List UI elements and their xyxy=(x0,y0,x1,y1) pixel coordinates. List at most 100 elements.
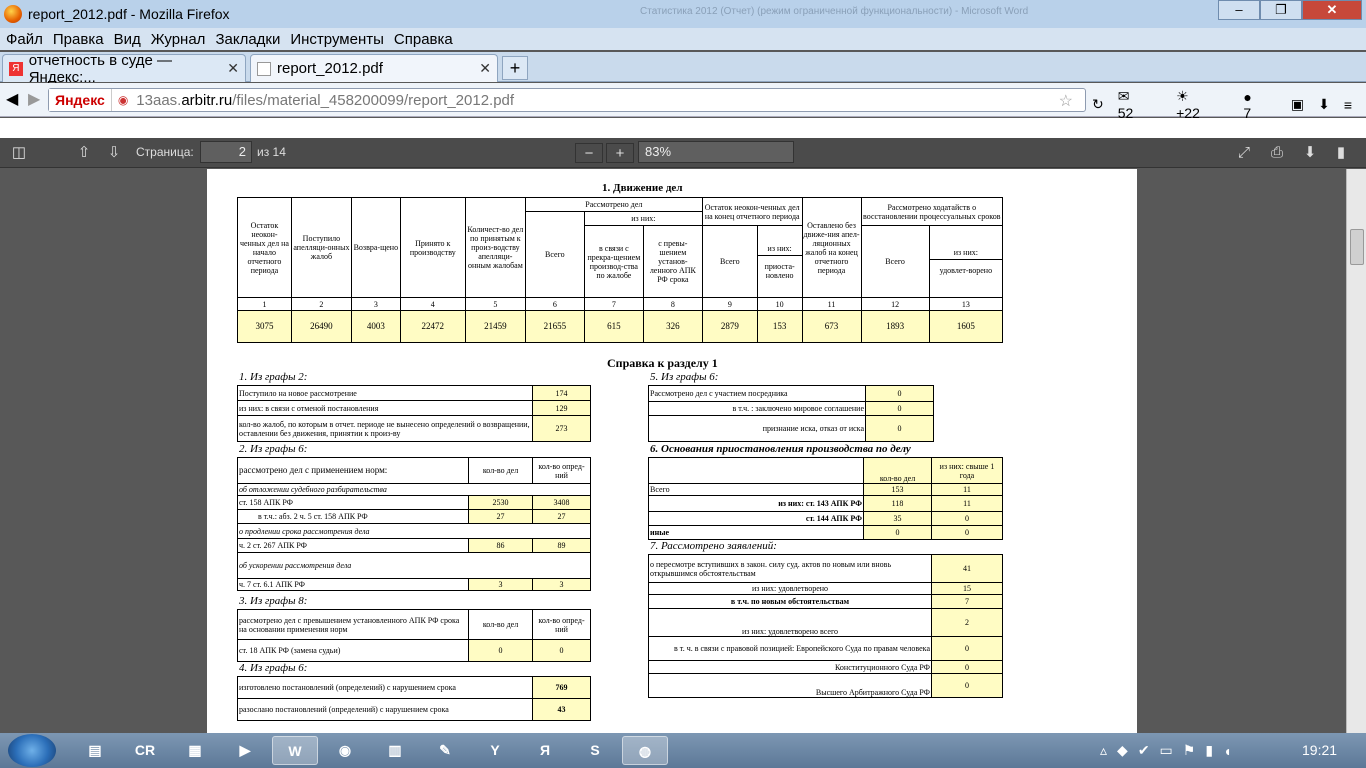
tray-icon[interactable]: ▭ xyxy=(1160,742,1173,759)
th: Всего xyxy=(860,225,930,298)
graph8-table: рассмотрено дел с превышением установлен… xyxy=(237,609,591,662)
tool-icon[interactable]: ✎ xyxy=(422,736,468,765)
mail-icon[interactable]: ✉ 52 xyxy=(1118,88,1162,121)
cell: 7 xyxy=(931,594,1003,609)
new-tab-button[interactable]: + xyxy=(502,56,528,80)
bookmarks-bar xyxy=(0,118,1366,138)
weather-icon[interactable]: ☀ +22 xyxy=(1176,88,1229,121)
notifications-icon[interactable]: ● 7 xyxy=(1243,89,1277,121)
cell: 86 xyxy=(468,538,533,553)
start-button[interactable] xyxy=(8,734,56,767)
prev-page-icon[interactable]: ⇧ xyxy=(76,143,92,163)
cell: иные xyxy=(648,525,864,540)
close-tab-icon[interactable]: ✕ xyxy=(227,60,239,77)
statements-table: о пересмотре вступивших в закон. силу су… xyxy=(648,554,1003,698)
menu-icon[interactable]: ≡ xyxy=(1344,97,1352,113)
yandex-button[interactable]: Яндекс xyxy=(49,89,112,111)
cell: 0 xyxy=(931,660,1003,674)
cell: об ускорении рассмотрения дела xyxy=(237,552,591,579)
graph8-title: 3. Из графы 8: xyxy=(239,595,308,607)
tray-icon[interactable]: ◆ xyxy=(1117,742,1128,759)
tray-icon[interactable]: ✔ xyxy=(1138,742,1150,759)
flag-icon[interactable]: ⚑ xyxy=(1183,742,1196,759)
section-title: 1. Движение дел xyxy=(602,182,683,194)
cell: об отложении судебного разбирательства xyxy=(237,483,591,496)
download-pdf-icon[interactable]: ⬇ xyxy=(1302,143,1318,163)
yandex-icon[interactable]: Я xyxy=(522,736,568,765)
window-title: report_2012.pdf - Mozilla Firefox xyxy=(28,6,230,22)
cell xyxy=(648,457,864,484)
scrollbar-thumb[interactable] xyxy=(1350,229,1364,265)
tab-yandex[interactable]: Я отчетность в суде — Яндекс:... ✕ xyxy=(2,52,246,86)
tray-icon[interactable]: ▵ xyxy=(1100,742,1107,759)
bookmark-star-icon[interactable]: ☆ xyxy=(1059,91,1073,111)
cell: кол-во дел xyxy=(468,457,533,484)
cell: Рассмотрено дел с участием посредника xyxy=(648,385,866,402)
tab-bar: Я отчетность в суде — Яндекс:... ✕ repor… xyxy=(0,52,1366,86)
reload-icon[interactable]: ↻ xyxy=(1092,96,1104,113)
addon-icon[interactable]: ▣ xyxy=(1291,96,1304,113)
fullscreen-icon[interactable]: ⤢ xyxy=(1236,143,1252,163)
yandex-browser-icon[interactable]: Y xyxy=(472,736,518,765)
cell: о пересмотре вступивших в закон. силу су… xyxy=(648,554,932,583)
menu-history[interactable]: Журнал xyxy=(151,31,206,48)
cell: изготовлено постановлений (определений) … xyxy=(237,676,533,699)
close-tab-icon[interactable]: ✕ xyxy=(479,60,491,77)
th: Количест-во дел по принятым к произ-водс… xyxy=(464,197,526,298)
menu-bookmarks[interactable]: Закладки xyxy=(215,31,280,48)
cell: Высшего Арбитражного Суда РФ xyxy=(648,673,932,698)
download-icon[interactable]: ⬇ xyxy=(1318,96,1330,113)
zoom-in-button[interactable]: + xyxy=(606,143,634,163)
zoom-out-button[interactable]: − xyxy=(575,143,603,163)
value-cell: 22472 xyxy=(399,310,466,343)
menu-edit[interactable]: Правка xyxy=(53,31,104,48)
menu-file[interactable]: Файл xyxy=(6,31,43,48)
cr-app[interactable]: CR xyxy=(122,736,168,765)
graph6-norms-table: рассмотрено дел с применением норм: кол-в… xyxy=(237,457,591,591)
zoom-select[interactable]: 83% xyxy=(638,141,794,163)
column-number: 1 xyxy=(237,297,292,311)
minimize-button[interactable]: – xyxy=(1218,0,1260,20)
forward-icon[interactable]: ▶ xyxy=(28,89,40,109)
tab-report[interactable]: report_2012.pdf ✕ xyxy=(250,54,498,82)
graph6c-table: Рассмотрено дел с участием посредника 0 в… xyxy=(648,385,934,442)
print-icon[interactable]: ⎙ xyxy=(1268,143,1286,163)
cell: рассмотрено дел с применением норм: xyxy=(237,457,469,484)
firefox-icon xyxy=(4,5,22,23)
media-icon[interactable]: ▶ xyxy=(222,736,268,765)
menu-help[interactable]: Справка xyxy=(394,31,453,48)
bookmark-icon[interactable]: ▮ xyxy=(1334,143,1348,163)
th: из них: удовлет-ворено xyxy=(928,225,1004,298)
page-number-input[interactable]: 2 xyxy=(200,141,252,163)
app-icon[interactable]: ▦ xyxy=(172,736,218,765)
sidebar-toggle-icon[interactable]: ◫ xyxy=(10,143,28,163)
column-number: 3 xyxy=(350,297,401,311)
cell: 0 xyxy=(931,525,1003,540)
cell: из них: свыше 1 года xyxy=(931,457,1003,484)
cell: 35 xyxy=(863,511,932,526)
next-page-icon[interactable]: ⇩ xyxy=(106,143,122,163)
calculator-icon[interactable]: ▥ xyxy=(372,736,418,765)
close-button[interactable]: ✕ xyxy=(1302,0,1362,20)
graph6b-title: 4. Из графы 6: xyxy=(239,662,308,674)
menu-view[interactable]: Вид xyxy=(114,31,141,48)
word-icon[interactable]: W xyxy=(272,736,318,765)
th: Поступило апелляци-онных жалоб xyxy=(290,197,352,298)
red-app-icon[interactable]: ◉ xyxy=(322,736,368,765)
menu-tools[interactable]: Инструменты xyxy=(290,31,384,48)
document-icon xyxy=(257,61,271,76)
volume-icon[interactable]: ◖ xyxy=(1223,743,1231,759)
scrollbar[interactable] xyxy=(1346,169,1366,733)
skype-icon[interactable]: S xyxy=(572,736,618,765)
column-number: 11 xyxy=(801,297,862,311)
firefox-taskbar-icon[interactable]: ◍ xyxy=(622,736,668,765)
network-icon[interactable]: ▮ xyxy=(1205,742,1213,759)
maximize-button[interactable]: ❐ xyxy=(1260,0,1302,20)
clock[interactable]: 19:21 xyxy=(1302,742,1337,758)
url-bar[interactable]: Яндекс ◉ 13aas.arbitr.ru/files/material_… xyxy=(48,88,1086,112)
value-cell: 615 xyxy=(583,310,644,343)
cell: 769 xyxy=(532,676,591,699)
cell: 43 xyxy=(532,698,591,721)
back-icon[interactable]: ◀ xyxy=(6,89,18,109)
explorer-icon[interactable]: ▤ xyxy=(72,736,118,765)
